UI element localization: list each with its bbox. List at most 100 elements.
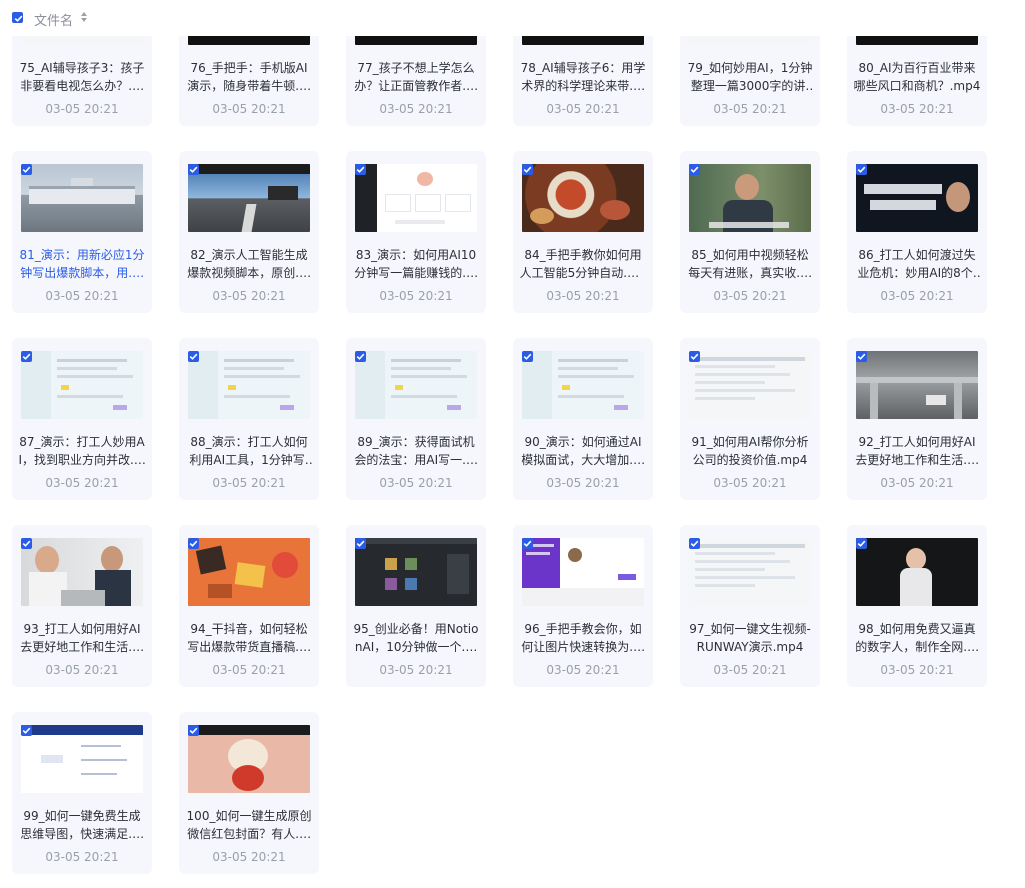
file-checkbox[interactable] <box>188 538 199 549</box>
file-card[interactable]: 95_创业必备！用NotionAI，10分钟做一个.mp4 03-05 20:21 <box>346 525 486 687</box>
file-card[interactable]: 99_如何一键免费生成思维导图，快速满足.mp4 03-05 20:21 <box>12 712 152 874</box>
file-card[interactable]: 89_演示：获得面试机会的法宝：用AI写一.mp4 03-05 20:21 <box>346 338 486 500</box>
file-checkbox[interactable] <box>355 164 366 175</box>
file-name[interactable]: 100_如何一键生成原创微信红包封面？有人.mp4 <box>185 807 313 843</box>
file-name[interactable]: 76_手把手：手机版AI演示，随身带着牛顿.mp4 <box>185 59 313 95</box>
file-name[interactable]: 92_打工人如何用好AI去更好地工作和生活.mp4 <box>853 433 981 469</box>
file-card[interactable]: 100_如何一键生成原创微信红包封面？有人.mp4 03-05 20:21 <box>179 712 319 874</box>
select-all-checkbox[interactable] <box>12 12 23 23</box>
file-name[interactable]: 89_演示：获得面试机会的法宝：用AI写一.mp4 <box>352 433 480 469</box>
file-checkbox[interactable] <box>689 538 700 549</box>
file-checkbox[interactable] <box>188 351 199 362</box>
file-name[interactable]: 80_AI为百行百业带来哪些风口和商机？.mp4 <box>853 59 981 95</box>
video-thumbnail[interactable] <box>522 538 644 606</box>
file-grid: 75_AI辅导孩子3：孩子非要看电视怎么办？.mp4 03-05 20:21 76_… <box>0 0 1025 888</box>
video-thumbnail[interactable] <box>188 538 310 606</box>
file-checkbox[interactable] <box>522 164 533 175</box>
video-thumbnail[interactable] <box>188 164 310 232</box>
file-checkbox[interactable] <box>355 351 366 362</box>
file-name[interactable]: 98_如何用免费又逼真的数字人，制作全网.mp4 <box>853 620 981 656</box>
file-name[interactable]: 99_如何一键免费生成思维导图，快速满足.mp4 <box>18 807 146 843</box>
file-checkbox[interactable] <box>689 164 700 175</box>
file-card[interactable]: 93_打工人如何用好AI去更好地工作和生活.mp4 03-05 20:21 <box>12 525 152 687</box>
video-thumbnail[interactable] <box>21 538 143 606</box>
sort-arrows-icon[interactable] <box>80 11 88 23</box>
file-name[interactable]: 86_打工人如何渡过失业危机：妙用AI的8个.mp4 <box>853 246 981 282</box>
file-checkbox[interactable] <box>21 725 32 736</box>
file-date: 03-05 20:21 <box>45 289 119 303</box>
video-thumbnail[interactable] <box>856 351 978 419</box>
file-card[interactable]: 84_手把手教你如何用人工智能5分钟自动.mp4 03-05 20:21 <box>513 151 653 313</box>
video-thumbnail[interactable] <box>355 538 477 606</box>
file-card[interactable]: 82_演示人工智能生成爆款视频脚本，原创.mp4 03-05 20:21 <box>179 151 319 313</box>
file-name[interactable]: 91_如何用AI帮你分析公司的投资价值.mp4 <box>686 433 814 469</box>
file-card[interactable]: 90_演示：如何通过AI模拟面试，大大增加.mp4 03-05 20:21 <box>513 338 653 500</box>
file-name[interactable]: 97_如何一键文生视频-RUNWAY演示.mp4 <box>686 620 814 656</box>
file-name[interactable]: 87_演示：打工人妙用AI，找到职业方向并改.mp4 <box>18 433 146 469</box>
video-thumbnail[interactable] <box>689 538 811 606</box>
video-thumbnail[interactable] <box>856 164 978 232</box>
file-checkbox[interactable] <box>21 164 32 175</box>
checked-checkbox-icon <box>189 166 198 173</box>
file-date: 03-05 20:21 <box>880 663 954 677</box>
video-thumbnail[interactable] <box>689 164 811 232</box>
file-date: 03-05 20:21 <box>45 663 119 677</box>
file-card[interactable]: 91_如何用AI帮你分析公司的投资价值.mp4 03-05 20:21 <box>680 338 820 500</box>
file-name[interactable]: 85_如何用中视频轻松每天有进账，真实收.mp4 <box>686 246 814 282</box>
video-thumbnail[interactable] <box>689 351 811 419</box>
file-name[interactable]: 96_手把手教会你，如何让图片快速转换为.mp4 <box>519 620 647 656</box>
file-checkbox[interactable] <box>856 351 867 362</box>
file-card[interactable]: 97_如何一键文生视频-RUNWAY演示.mp4 03-05 20:21 <box>680 525 820 687</box>
file-name[interactable]: 78_AI辅导孩子6：用学术界的科学理论来带.mp4 <box>519 59 647 95</box>
file-checkbox[interactable] <box>355 538 366 549</box>
video-thumbnail[interactable] <box>21 351 143 419</box>
file-checkbox[interactable] <box>522 538 533 549</box>
file-name[interactable]: 90_演示：如何通过AI模拟面试，大大增加.mp4 <box>519 433 647 469</box>
file-checkbox[interactable] <box>522 351 533 362</box>
video-thumbnail[interactable] <box>522 351 644 419</box>
file-checkbox[interactable] <box>21 351 32 362</box>
file-card[interactable]: 85_如何用中视频轻松每天有进账，真实收.mp4 03-05 20:21 <box>680 151 820 313</box>
video-thumbnail[interactable] <box>21 725 143 793</box>
checked-checkbox-icon <box>690 353 699 360</box>
file-card[interactable]: 96_手把手教会你，如何让图片快速转换为.mp4 03-05 20:21 <box>513 525 653 687</box>
file-name[interactable]: 95_创业必备！用NotionAI，10分钟做一个.mp4 <box>352 620 480 656</box>
file-checkbox[interactable] <box>856 538 867 549</box>
video-thumbnail[interactable] <box>355 351 477 419</box>
video-thumbnail[interactable] <box>355 164 477 232</box>
checked-checkbox-icon <box>857 353 866 360</box>
file-card[interactable]: 83_演示：如何用AI10分钟写一篇能赚钱的.mp4 03-05 20:21 <box>346 151 486 313</box>
file-name[interactable]: 82_演示人工智能生成爆款视频脚本，原创.mp4 <box>185 246 313 282</box>
file-checkbox[interactable] <box>21 538 32 549</box>
file-card[interactable]: 87_演示：打工人妙用AI，找到职业方向并改.mp4 03-05 20:21 <box>12 338 152 500</box>
checked-checkbox-icon <box>523 353 532 360</box>
video-thumbnail[interactable] <box>188 725 310 793</box>
file-name[interactable]: 83_演示：如何用AI10分钟写一篇能赚钱的.mp4 <box>352 246 480 282</box>
file-checkbox[interactable] <box>856 164 867 175</box>
file-name[interactable]: 93_打工人如何用好AI去更好地工作和生活.mp4 <box>18 620 146 656</box>
file-card[interactable]: 81_演示：用新必应1分钟写出爆款脚本，用.mp4 03-05 20:21 <box>12 151 152 313</box>
file-name[interactable]: 88_演示：打工人如何利用AI工具，1分钟写.mp4 <box>185 433 313 469</box>
video-thumbnail[interactable] <box>21 164 143 232</box>
file-checkbox[interactable] <box>188 725 199 736</box>
file-checkbox[interactable] <box>689 351 700 362</box>
file-name[interactable]: 75_AI辅导孩子3：孩子非要看电视怎么办？.mp4 <box>18 59 146 95</box>
file-name[interactable]: 84_手把手教你如何用人工智能5分钟自动.mp4 <box>519 246 647 282</box>
file-card[interactable]: 94_干抖音，如何轻松写出爆款带货直播稿.mp4 03-05 20:21 <box>179 525 319 687</box>
file-card[interactable]: 92_打工人如何用好AI去更好地工作和生活.mp4 03-05 20:21 <box>847 338 987 500</box>
video-thumbnail[interactable] <box>856 538 978 606</box>
file-name[interactable]: 77_孩子不想上学怎么办？让正面管教作者.mp4 <box>352 59 480 95</box>
video-thumbnail[interactable] <box>188 351 310 419</box>
file-date: 03-05 20:21 <box>379 663 453 677</box>
file-checkbox[interactable] <box>188 164 199 175</box>
checked-checkbox-icon <box>857 166 866 173</box>
file-name[interactable]: 94_干抖音，如何轻松写出爆款带货直播稿.mp4 <box>185 620 313 656</box>
filename-column-header[interactable]: 文件名 <box>34 10 73 29</box>
file-name[interactable]: 79_如何妙用AI，1分钟整理一篇3000字的讲.mp4 <box>686 59 814 95</box>
checked-checkbox-icon <box>356 540 365 547</box>
file-card[interactable]: 88_演示：打工人如何利用AI工具，1分钟写.mp4 03-05 20:21 <box>179 338 319 500</box>
file-card[interactable]: 86_打工人如何渡过失业危机：妙用AI的8个.mp4 03-05 20:21 <box>847 151 987 313</box>
video-thumbnail[interactable] <box>522 164 644 232</box>
file-name[interactable]: 81_演示：用新必应1分钟写出爆款脚本，用.mp4 <box>18 246 146 282</box>
file-card[interactable]: 98_如何用免费又逼真的数字人，制作全网.mp4 03-05 20:21 <box>847 525 987 687</box>
